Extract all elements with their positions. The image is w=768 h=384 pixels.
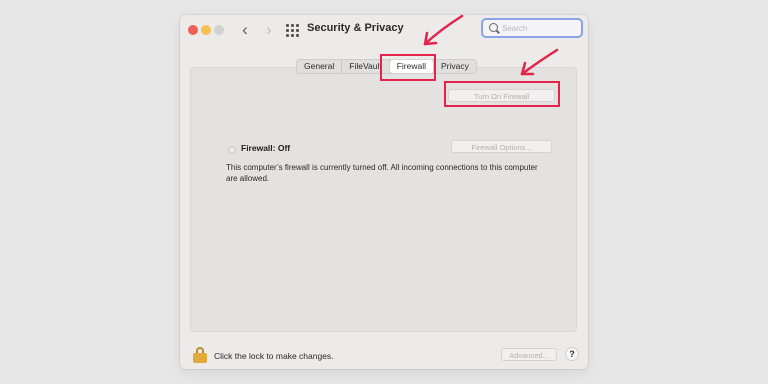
firewall-description: This computer’s firewall is currently tu… — [226, 163, 538, 183]
lock-label: Click the lock to make changes. — [214, 351, 334, 361]
titlebar: ‹ › Security & Privacy — [180, 15, 588, 45]
window-title: Security & Privacy — [307, 22, 404, 34]
tab-general[interactable]: General — [297, 60, 343, 73]
search-icon — [489, 23, 498, 32]
minimize-button[interactable] — [201, 25, 211, 35]
annotation-box-turn-on-button — [444, 81, 560, 107]
zoom-button[interactable] — [214, 25, 224, 35]
help-icon[interactable]: ? — [565, 347, 579, 361]
annotation-box-firewall-tab — [380, 54, 436, 81]
forward-icon[interactable]: › — [262, 21, 276, 39]
back-icon[interactable]: ‹ — [238, 21, 252, 39]
close-button[interactable] — [188, 25, 198, 35]
advanced-button[interactable]: Advanced... — [501, 348, 557, 361]
tab-privacy[interactable]: Privacy — [434, 60, 476, 73]
firewall-status: Firewall: Off — [241, 143, 291, 153]
lock-icon[interactable] — [193, 347, 207, 363]
firewall-status-indicator — [228, 146, 236, 154]
search-field[interactable] — [481, 18, 583, 38]
search-input[interactable] — [502, 21, 578, 35]
grid-icon[interactable] — [286, 24, 299, 37]
firewall-options-button[interactable]: Firewall Options... — [451, 140, 552, 153]
